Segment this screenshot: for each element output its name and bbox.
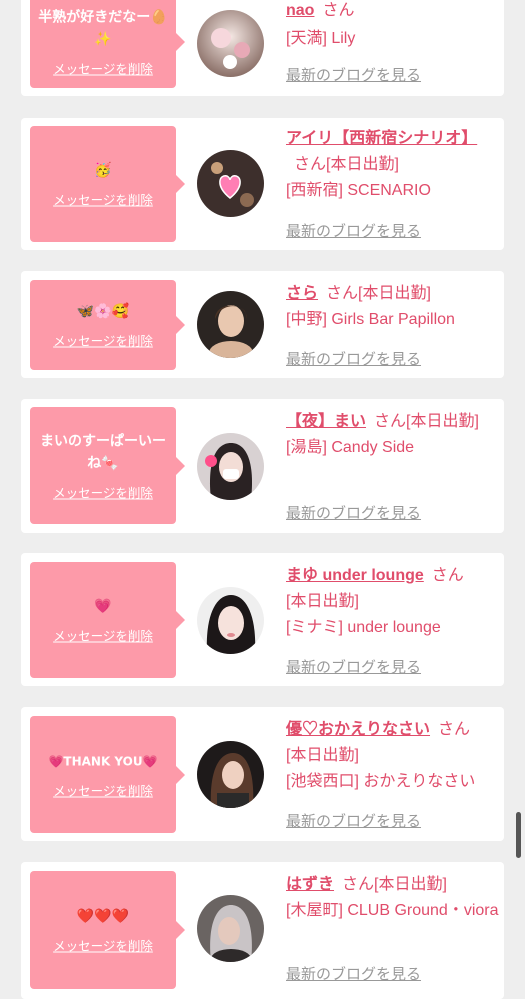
message-bubble: 🥳 メッセージを削除 — [30, 126, 185, 242]
cast-area: [天満] Lily — [286, 30, 356, 47]
cast-info: 【夜】まい さん[本日出勤] [湯島] Candy Side — [286, 409, 501, 461]
honorific: さん — [374, 413, 407, 430]
message-card: 💗THANK YOU💗 メッセージを削除 優♡おかえりなさい さん [本日出勤] … — [21, 707, 504, 841]
attendance-status: [本日出勤] — [406, 413, 479, 430]
attendance-status: [本日出勤] — [286, 593, 359, 610]
cast-area: [池袋西口] おかえりなさい — [286, 773, 476, 790]
cast-area: [西新宿] SCENARIO — [286, 182, 431, 199]
latest-blog-link[interactable]: 最新のブログを見る — [286, 502, 421, 523]
latest-blog-link[interactable]: 最新のブログを見る — [286, 963, 421, 984]
honorific: さん — [322, 2, 355, 19]
cast-info: nao さん [天満] Lily — [286, 0, 501, 52]
cast-name-link[interactable]: nao — [286, 2, 314, 19]
message-bubble: 💗THANK YOU💗 メッセージを削除 — [30, 716, 185, 833]
honorific: さん — [431, 567, 464, 584]
cast-area: [ミナミ] under lounge — [286, 619, 441, 636]
cast-info: さら さん[本日出勤] [中野] Girls Bar Papillon — [286, 281, 501, 333]
honorific: さん — [294, 156, 327, 173]
delete-message-link[interactable]: メッセージを削除 — [53, 190, 153, 209]
avatar[interactable] — [197, 895, 264, 962]
cast-info: はずき さん[本日出勤] [木屋町] CLUB Ground・viora — [286, 872, 501, 924]
cast-name-link[interactable]: アイリ【西新宿シナリオ】 — [286, 130, 477, 147]
delete-message-link[interactable]: メッセージを削除 — [53, 59, 153, 78]
cast-info: アイリ【西新宿シナリオ】さん[本日出勤] [西新宿] SCENARIO — [286, 126, 501, 204]
honorific: さん — [342, 876, 375, 893]
honorific: さん — [326, 285, 359, 302]
cast-info: 優♡おかえりなさい さん [本日出勤] [池袋西口] おかえりなさい — [286, 717, 501, 795]
avatar[interactable] — [197, 433, 264, 500]
cast-name-link[interactable]: さら — [286, 285, 318, 302]
avatar[interactable] — [197, 291, 264, 358]
cast-name-link[interactable]: はずき — [286, 876, 334, 893]
cast-info: まゆ under lounge さん [本日出勤] [ミナミ] under lou… — [286, 563, 501, 641]
delete-message-link[interactable]: メッセージを削除 — [53, 482, 153, 501]
cast-area: [木屋町] CLUB Ground・viora — [286, 902, 499, 919]
message-text: 半熟が好きだなー🥚✨ — [38, 9, 168, 48]
avatar[interactable] — [197, 150, 264, 217]
message-bubble: まいのすーぱーいーね🍬 メッセージを削除 — [30, 407, 185, 524]
attendance-status: [本日出勤] — [374, 876, 447, 893]
message-text: 🥳 — [94, 162, 112, 179]
scrollbar-thumb[interactable] — [516, 812, 521, 858]
avatar[interactable] — [197, 10, 264, 77]
delete-message-link[interactable]: メッセージを削除 — [53, 780, 153, 799]
message-card: 💗 メッセージを削除 まゆ under lounge さん [本日出勤] [ミナミ… — [21, 553, 504, 686]
message-bubble: 💗 メッセージを削除 — [30, 562, 185, 678]
latest-blog-link[interactable]: 最新のブログを見る — [286, 64, 421, 85]
message-text: ❤️❤️❤️ — [76, 908, 130, 925]
attendance-status: [本日出勤] — [326, 156, 399, 173]
message-card: 🥳 メッセージを削除 アイリ【西新宿シナリオ】さん[本日出勤] [西新宿] SC… — [21, 118, 504, 250]
latest-blog-link[interactable]: 最新のブログを見る — [286, 656, 421, 677]
message-card: 半熟が好きだなー🥚✨ メッセージを削除 nao さん [天満] Lily 最新のブ… — [21, 0, 504, 96]
message-list-page: 半熟が好きだなー🥚✨ メッセージを削除 nao さん [天満] Lily 最新のブ… — [0, 0, 525, 999]
message-card: 🦋🌸🥰 メッセージを削除 さら さん[本日出勤] [中野] Girls Bar P… — [21, 271, 504, 378]
message-text: 💗THANK YOU💗 — [48, 754, 158, 768]
cast-name-link[interactable]: 【夜】まい — [286, 413, 366, 430]
attendance-status: [本日出勤] — [286, 747, 359, 764]
delete-message-link[interactable]: メッセージを削除 — [53, 626, 153, 645]
latest-blog-link[interactable]: 最新のブログを見る — [286, 348, 421, 369]
delete-message-link[interactable]: メッセージを削除 — [53, 331, 153, 350]
message-bubble: 半熟が好きだなー🥚✨ メッセージを削除 — [30, 0, 185, 88]
cast-name-link[interactable]: まゆ under lounge — [286, 567, 424, 584]
honorific: さん — [438, 721, 471, 738]
latest-blog-link[interactable]: 最新のブログを見る — [286, 810, 421, 831]
avatar[interactable] — [197, 587, 264, 654]
cast-area: [湯島] Candy Side — [286, 439, 415, 456]
message-text: まいのすーぱーいーね🍬 — [40, 433, 166, 471]
delete-message-link[interactable]: メッセージを削除 — [53, 936, 153, 955]
message-card: ❤️❤️❤️ メッセージを削除 はずき さん[本日出勤] [木屋町] CLUB G… — [21, 862, 504, 999]
avatar[interactable] — [197, 741, 264, 808]
attendance-status: [本日出勤] — [358, 285, 431, 302]
message-bubble: 🦋🌸🥰 メッセージを削除 — [30, 280, 185, 370]
message-text: 💗 — [94, 598, 112, 615]
cast-area: [中野] Girls Bar Papillon — [286, 311, 455, 328]
message-card: まいのすーぱーいーね🍬 メッセージを削除 【夜】まい さん[本日出勤] [湯島] … — [21, 399, 504, 533]
message-text: 🦋🌸🥰 — [76, 303, 130, 320]
message-bubble: ❤️❤️❤️ メッセージを削除 — [30, 871, 185, 989]
cast-name-link[interactable]: 優♡おかえりなさい — [286, 721, 430, 738]
latest-blog-link[interactable]: 最新のブログを見る — [286, 220, 421, 241]
